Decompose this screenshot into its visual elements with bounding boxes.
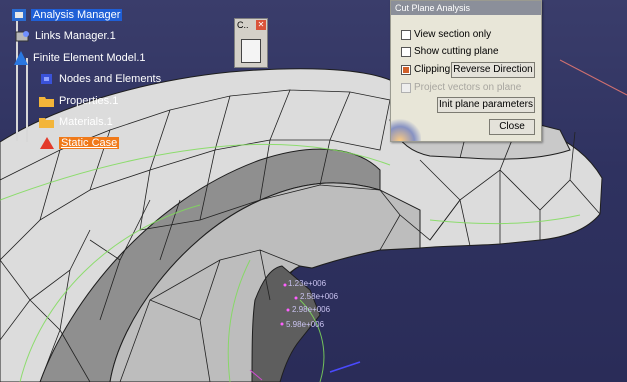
tree-node-label: Analysis Manager xyxy=(31,9,123,21)
checkbox-box[interactable] xyxy=(401,29,411,40)
folder-icon xyxy=(38,114,56,130)
tree-node-label: Links Manager.1 xyxy=(35,30,116,42)
value-label: 5.98e+006 xyxy=(286,320,325,329)
close-icon[interactable]: ✕ xyxy=(256,20,266,30)
view-section-only-checkbox[interactable]: View section only xyxy=(401,29,491,40)
show-cutting-plane-checkbox[interactable]: Show cutting plane xyxy=(401,46,499,57)
fem-model-icon xyxy=(12,50,30,66)
close-button[interactable]: Close xyxy=(489,119,535,135)
checkbox-box[interactable] xyxy=(401,46,411,57)
tree-node-static-case[interactable]: Static Case xyxy=(38,134,120,152)
dialog-title: Cut Plane Analysis xyxy=(391,1,541,15)
tree-node-label: Static Case xyxy=(59,137,120,149)
links-manager-icon xyxy=(14,28,32,44)
value-label: 2.98e+006 xyxy=(292,305,331,314)
compass-glow xyxy=(391,117,421,141)
nodes-elements-icon xyxy=(38,71,56,87)
checkbox-label: Project vectors on plane xyxy=(414,82,522,93)
project-vectors-checkbox: Project vectors on plane xyxy=(401,82,521,93)
tree-node-finite-element-model[interactable]: Finite Element Model.1 xyxy=(12,49,146,67)
tree-node-links-manager[interactable]: Links Manager.1 xyxy=(14,27,116,45)
tree-node-nodes-and-elements[interactable]: Nodes and Elements xyxy=(38,70,161,88)
tree-node-label: Materials.1 xyxy=(59,116,113,128)
tree-node-label: Nodes and Elements xyxy=(59,73,162,85)
3d-viewport[interactable]: 1.23e+006 2.58e+006 2.98e+006 5.98e+006 … xyxy=(0,0,627,382)
reverse-direction-button[interactable]: Reverse Direction xyxy=(451,62,535,78)
value-label: 1.23e+006 xyxy=(288,279,327,288)
value-label: 2.58e+006 xyxy=(300,292,339,301)
cut-plane-dialog: Cut Plane Analysis View section only Sho… xyxy=(390,0,542,142)
checkbox-label: Show cutting plane xyxy=(414,46,499,57)
checkbox-box[interactable] xyxy=(401,64,411,75)
clipping-checkbox[interactable]: Clipping xyxy=(401,64,450,75)
tree-node-label: Properties.1 xyxy=(59,95,119,107)
compass-mini-window[interactable]: C.. ✕ xyxy=(234,18,268,68)
analysis-manager-icon xyxy=(10,7,28,23)
checkbox-label: View section only xyxy=(414,29,492,40)
tree-node-properties[interactable]: Properties.1 xyxy=(38,92,118,110)
tree-connector xyxy=(26,58,28,142)
tree-node-label: Finite Element Model.1 xyxy=(33,52,146,64)
folder-icon xyxy=(38,93,56,109)
checkbox-box xyxy=(401,82,411,93)
init-plane-parameters-button[interactable]: Init plane parameters xyxy=(437,97,535,113)
tree-node-analysis-manager[interactable]: Analysis Manager xyxy=(10,6,123,24)
checkbox-label: Clipping xyxy=(414,64,451,75)
window-icon[interactable] xyxy=(241,39,261,63)
static-case-icon xyxy=(38,135,56,151)
tree-node-materials[interactable]: Materials.1 xyxy=(38,113,113,131)
